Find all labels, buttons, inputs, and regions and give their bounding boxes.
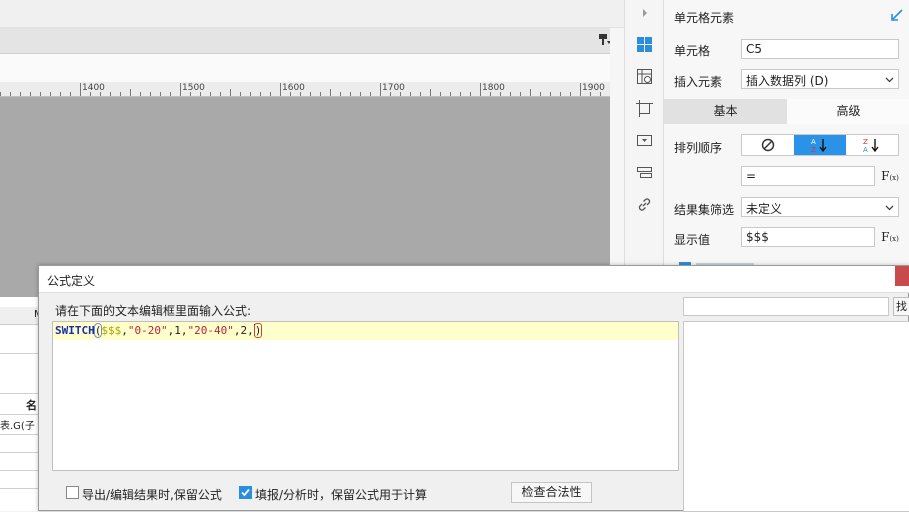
- sheet-cell-bold: 名: [26, 399, 37, 412]
- condition-attribute-icon[interactable]: [636, 164, 653, 181]
- formula-function: SWITCH: [55, 324, 95, 337]
- horizontal-ruler: 1400 1500 1600 1700 1800 1900: [0, 82, 624, 97]
- dropdown-widget-icon[interactable]: [636, 132, 653, 149]
- chevron-down-icon: [885, 77, 894, 83]
- keep-formula-fill-checkbox[interactable]: [239, 486, 252, 499]
- keep-formula-export-label: 导出/编辑结果时,保留公式: [82, 488, 222, 502]
- no-sort-icon: [761, 138, 775, 152]
- formula-string-1: "0-20": [127, 324, 168, 337]
- check-validity-button[interactable]: 检查合法性: [511, 482, 592, 503]
- fx-sub: (x): [889, 235, 899, 243]
- dialog-close-button[interactable]: [895, 266, 909, 286]
- sort-ascending-button[interactable]: A Z: [794, 135, 846, 155]
- cell-attribute-icon[interactable]: [636, 68, 653, 85]
- checkmark-icon: [241, 488, 250, 497]
- formula-number-1: 1: [174, 324, 181, 337]
- tab-advanced[interactable]: 高级: [787, 99, 909, 124]
- formula-string-2: "20-40": [187, 324, 234, 337]
- editor-right-margin: [610, 28, 624, 268]
- display-value: $$$: [746, 230, 769, 244]
- formula-dialog: 公式定义 请在下面的文本编辑框里面输入公式: SWITCH($$$,"0-20"…: [38, 265, 909, 512]
- display-value-label: 显示值: [674, 233, 711, 247]
- insert-element-value: 插入数据列 (D): [746, 74, 829, 88]
- editor-blank-band: [0, 54, 624, 82]
- cell-label: 单元格: [674, 44, 711, 58]
- formula-comma: ,: [121, 324, 128, 337]
- sort-ascending-icon: A Z: [811, 138, 827, 153]
- tab-basic[interactable]: 基本: [664, 99, 787, 124]
- formula-comma: ,: [247, 324, 254, 337]
- ruler-label-1600: 1600: [282, 83, 305, 93]
- widget-attribute-icon[interactable]: [636, 100, 653, 117]
- panel-tabs: 基本 高级: [664, 99, 909, 124]
- sort-descending-button[interactable]: Z A: [846, 135, 898, 155]
- formula-hint: 请在下面的文本编辑框里面输入公式:: [55, 304, 252, 318]
- insert-element-select[interactable]: 插入数据列 (D): [741, 69, 899, 89]
- sort-order-group: A Z Z A: [741, 134, 899, 156]
- formula-button[interactable]: F(x): [880, 227, 900, 247]
- sort-order-label: 排列顺序: [674, 141, 723, 155]
- cell-field[interactable]: C5: [741, 39, 899, 59]
- function-list[interactable]: [683, 321, 909, 512]
- formula-variable: $$$: [101, 324, 122, 337]
- dock-arrow-icon[interactable]: [890, 8, 904, 22]
- formula-code: SWITCH($$$,"0-20",1,"20-40",2,): [55, 323, 263, 338]
- svg-text:Z: Z: [811, 146, 816, 153]
- fx-sub: (x): [889, 174, 899, 182]
- svg-text:Z: Z: [863, 138, 868, 146]
- insert-element-label: 插入元素: [674, 75, 723, 89]
- display-value-field[interactable]: $$$: [741, 227, 875, 247]
- cell-value: C5: [746, 42, 763, 56]
- hyperlink-icon[interactable]: [636, 196, 653, 213]
- dialog-title: 公式定义: [47, 274, 96, 288]
- top-menu-strip: [0, 0, 624, 28]
- editor-toolbar: [0, 28, 624, 54]
- formula-comma: ,: [180, 324, 188, 337]
- keep-formula-export-checkbox[interactable]: [66, 486, 79, 499]
- result-filter-select[interactable]: 未定义: [741, 197, 899, 217]
- chevron-down-icon: [885, 205, 894, 211]
- cell-element-icon[interactable]: [636, 36, 653, 53]
- collapse-arrow-icon[interactable]: [640, 7, 650, 19]
- result-filter-value: 未定义: [746, 202, 783, 216]
- svg-text:A: A: [811, 138, 816, 146]
- formula-editor[interactable]: SWITCH($$$,"0-20",1,"20-40",2,): [52, 321, 679, 471]
- sheet-cell-text: 表.G(子: [0, 421, 35, 432]
- ruler-label-1500: 1500: [182, 83, 205, 93]
- ruler-label-1900: 1900: [582, 83, 605, 93]
- panel-title: 单元格元素: [674, 11, 735, 25]
- side-icon-strip: [624, 0, 663, 268]
- function-search-input[interactable]: [683, 297, 889, 316]
- result-filter-label: 结果集筛选: [674, 203, 735, 217]
- sort-descending-icon: Z A: [863, 138, 879, 153]
- keep-formula-fill-label: 填报/分析时，保留公式用于计算: [255, 488, 428, 502]
- sort-condition-value: =: [746, 169, 757, 183]
- dialog-titlebar[interactable]: 公式定义: [39, 266, 909, 293]
- ruler-label-1800: 1800: [482, 83, 505, 93]
- formula-button[interactable]: F(x): [880, 166, 900, 186]
- svg-text:A: A: [863, 146, 868, 153]
- ruler-label-1700: 1700: [382, 83, 405, 93]
- ruler-label-1400: 1400: [82, 83, 105, 93]
- sort-none-button[interactable]: [742, 135, 794, 155]
- sort-condition-field[interactable]: =: [741, 166, 875, 186]
- cell-element-panel: 单元格元素 单元格 C5 插入元素 插入数据列 (D) 基本 高级 排列顺序 A…: [663, 0, 909, 268]
- function-search-button[interactable]: 找: [893, 297, 909, 316]
- formula-close-paren: ): [253, 323, 263, 338]
